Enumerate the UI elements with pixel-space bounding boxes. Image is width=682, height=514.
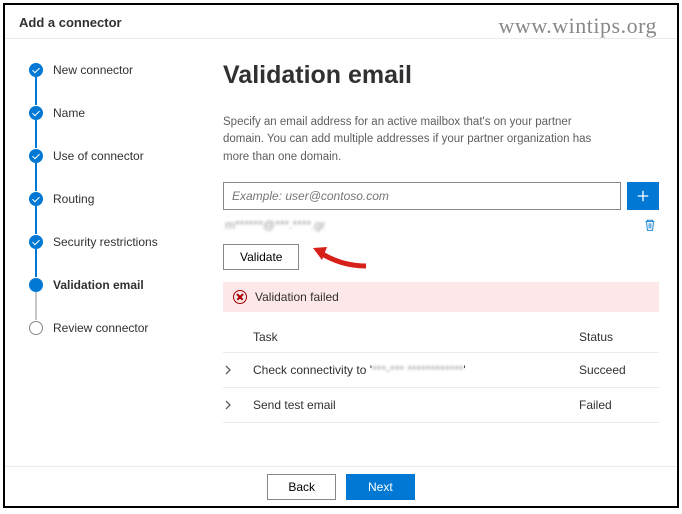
step-validation-email[interactable]: Validation email	[29, 278, 189, 292]
dialog-title: Add a connector	[5, 5, 677, 39]
error-banner: Validation failed	[223, 282, 659, 312]
pending-step-icon	[29, 321, 43, 335]
chevron-right-icon	[223, 400, 253, 410]
step-label: Validation email	[53, 278, 144, 292]
task-row[interactable]: Check connectivity to '***-*** *********…	[223, 353, 659, 388]
page-description: Specify an email address for an active m…	[223, 114, 613, 166]
added-email-text: m******@***.****.gr	[223, 218, 325, 232]
check-icon	[29, 149, 43, 163]
email-input[interactable]	[223, 182, 621, 210]
task-row[interactable]: Send test email Failed	[223, 388, 659, 423]
chevron-right-icon	[223, 365, 253, 375]
step-label: Routing	[53, 192, 94, 206]
step-label: Use of connector	[53, 149, 144, 163]
step-label: Name	[53, 106, 85, 120]
step-review-connector[interactable]: Review connector	[29, 321, 189, 335]
next-button[interactable]: Next	[346, 474, 415, 500]
current-step-icon	[29, 278, 43, 292]
task-status: Failed	[579, 398, 659, 412]
step-use-of-connector[interactable]: Use of connector	[29, 149, 189, 163]
step-new-connector[interactable]: New connector	[29, 63, 189, 77]
dialog-footer: Back Next	[5, 466, 677, 506]
step-label: Security restrictions	[53, 235, 158, 249]
step-label: Review connector	[53, 321, 148, 335]
back-button[interactable]: Back	[267, 474, 336, 500]
step-name[interactable]: Name	[29, 106, 189, 120]
check-icon	[29, 192, 43, 206]
error-icon	[233, 290, 247, 304]
step-routing[interactable]: Routing	[29, 192, 189, 206]
arrow-annotation	[311, 244, 371, 274]
column-status: Status	[579, 330, 659, 344]
check-icon	[29, 106, 43, 120]
step-security-restrictions[interactable]: Security restrictions	[29, 235, 189, 249]
add-button[interactable]	[627, 182, 659, 210]
validate-button[interactable]: Validate	[223, 244, 299, 270]
task-name: Send test email	[253, 398, 579, 412]
task-status: Succeed	[579, 363, 659, 377]
task-name: Check connectivity to '***-*** *********…	[253, 363, 579, 377]
step-label: New connector	[53, 63, 133, 77]
delete-icon[interactable]	[643, 218, 657, 232]
column-task: Task	[253, 330, 579, 344]
wizard-steps: New connector Name Use of connector Rout…	[5, 39, 205, 464]
check-icon	[29, 63, 43, 77]
page-title: Validation email	[223, 61, 659, 90]
task-table-header: Task Status	[223, 322, 659, 353]
error-text: Validation failed	[255, 290, 339, 304]
check-icon	[29, 235, 43, 249]
plus-icon	[636, 189, 650, 203]
